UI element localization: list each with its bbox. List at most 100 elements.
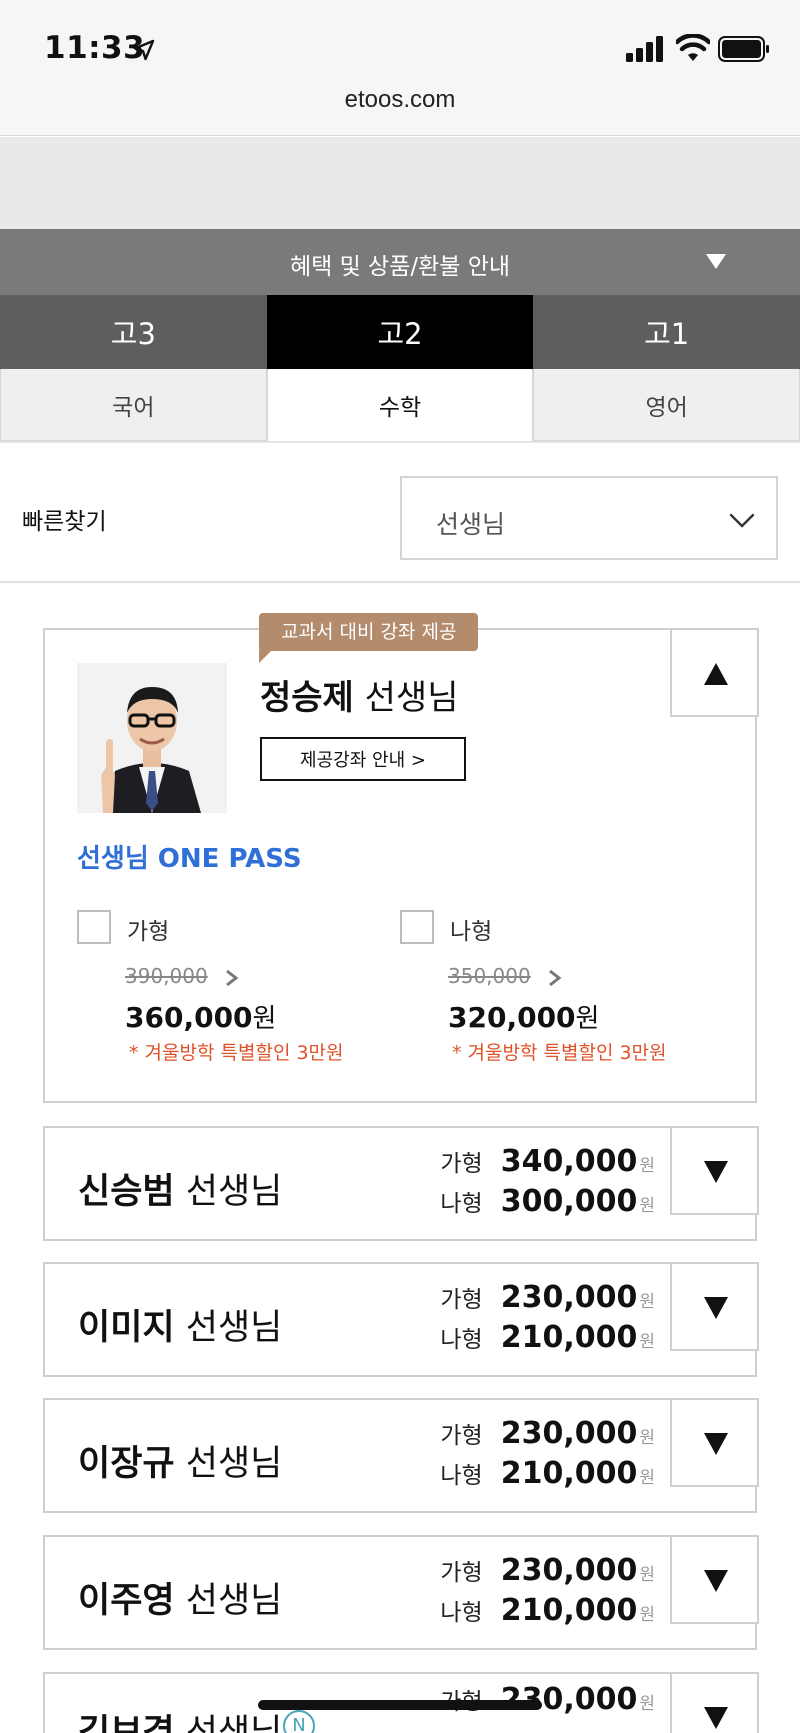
expand-button[interactable] bbox=[670, 1672, 759, 1733]
price-value: 230,000 bbox=[500, 1280, 638, 1315]
onepass-option-b: 나형 350,000 320,000원 * 겨울방학 특별할인 3만원 bbox=[400, 910, 730, 1070]
browser-status-bar: 11:33 etoos.com bbox=[0, 0, 800, 136]
badge-tail bbox=[259, 649, 273, 663]
battery-icon bbox=[718, 36, 769, 62]
teacher-card[interactable]: 신승범 선생님 가형 340,000 원 나형 300,000 원 bbox=[43, 1126, 759, 1241]
caret-down-icon bbox=[706, 254, 726, 269]
type-label: 가형 bbox=[440, 1560, 483, 1586]
teacher-suffix: 선생님 bbox=[185, 1581, 283, 1621]
teacher-suffix: 선생님 bbox=[364, 678, 459, 718]
option-b-price-value: 320,000 bbox=[448, 1001, 576, 1034]
price-type-b: 나형 300,000 원 bbox=[440, 1184, 655, 1219]
tab-math[interactable]: 수학 bbox=[266, 369, 534, 441]
tab-korean[interactable]: 국어 bbox=[0, 369, 267, 441]
teacher-card[interactable]: 이장규 선생님 가형 230,000 원 나형 210,000 원 bbox=[43, 1398, 759, 1513]
onepass-option-a: 가형 390,000 360,000원 * 겨울방학 특별할인 3만원 bbox=[77, 910, 407, 1070]
tab-grade-3[interactable]: 고3 bbox=[0, 295, 267, 369]
price-type-a: 가형 340,000 원 bbox=[440, 1144, 655, 1179]
expand-button[interactable] bbox=[670, 1126, 759, 1215]
tab-english[interactable]: 영어 bbox=[533, 369, 800, 441]
currency-unit: 원 bbox=[639, 1196, 655, 1216]
benefit-info-dropdown[interactable]: 혜택 및 상품/환불 안내 bbox=[0, 229, 800, 295]
triangle-down-icon bbox=[704, 1707, 728, 1729]
benefit-info-label: 혜택 및 상품/환불 안내 bbox=[289, 254, 511, 280]
price-type-a: 가형 230,000원 bbox=[440, 1280, 655, 1315]
collapse-button[interactable] bbox=[670, 628, 759, 717]
quick-find: 빠른찾기 선생님 bbox=[0, 443, 800, 583]
currency-unit: 원 bbox=[639, 1428, 655, 1448]
quick-find-label: 빠른찾기 bbox=[22, 509, 107, 535]
tab-grade-1[interactable]: 고1 bbox=[533, 295, 800, 369]
teacher-name: 이주영 선생님 bbox=[78, 1572, 282, 1623]
option-a-old-price: 390,000 bbox=[125, 964, 208, 988]
arrow-right-icon bbox=[549, 969, 562, 987]
type-label: 나형 bbox=[440, 1191, 483, 1217]
option-a-discount: * 겨울방학 특별할인 3만원 bbox=[129, 1042, 344, 1064]
expand-button[interactable] bbox=[670, 1398, 759, 1487]
triangle-down-icon bbox=[704, 1570, 728, 1592]
teacher-name-text: 신승범 bbox=[78, 1172, 175, 1212]
currency-unit: 원 bbox=[639, 1694, 655, 1714]
teacher-card[interactable]: 이미지 선생님 가형 230,000 원 나형 210,000 원 bbox=[43, 1262, 759, 1377]
top-banner-area bbox=[0, 137, 800, 229]
teacher-name-text: 정승제 bbox=[260, 678, 354, 718]
tab-grade-2[interactable]: 고2 bbox=[266, 295, 534, 369]
grade-tabs: 고3 고2 고1 bbox=[0, 295, 800, 369]
option-b-price: 320,000원 bbox=[448, 998, 599, 1035]
location-arrow-icon bbox=[133, 39, 155, 61]
triangle-down-icon bbox=[704, 1433, 728, 1455]
triangle-up-icon bbox=[704, 663, 728, 685]
textbook-badge: 교과서 대비 강좌 제공 bbox=[259, 613, 479, 651]
home-indicator[interactable] bbox=[258, 1700, 542, 1710]
teacher-name: 이장규 선생님 bbox=[78, 1435, 282, 1486]
price-type-b: 나형 210,000 원 bbox=[440, 1456, 655, 1491]
currency-unit: 원 bbox=[252, 1004, 277, 1034]
currency-unit: 원 bbox=[639, 1468, 655, 1488]
option-a-price-value: 360,000 bbox=[125, 1001, 253, 1034]
price-value: 230,000 bbox=[500, 1553, 638, 1588]
type-label: 나형 bbox=[440, 1327, 483, 1353]
subject-tabs: 국어 수학 영어 bbox=[0, 369, 800, 443]
option-a-price: 360,000원 bbox=[125, 998, 276, 1035]
chevron-down-icon bbox=[729, 513, 755, 528]
teacher-suffix: 선생님 bbox=[185, 1172, 283, 1212]
type-label: 가형 bbox=[440, 1423, 483, 1449]
price-value: 340,000 bbox=[500, 1144, 638, 1179]
option-b-discount: * 겨울방학 특별할인 3만원 bbox=[452, 1042, 667, 1064]
teacher-card[interactable]: 이주영 선생님 가형 230,000 원 나형 210,000 원 bbox=[43, 1535, 759, 1650]
type-label: 나형 bbox=[440, 1600, 483, 1626]
option-b-label: 나형 bbox=[450, 919, 493, 945]
teacher-select[interactable]: 선생님 bbox=[400, 476, 778, 560]
option-a-label: 가형 bbox=[127, 919, 170, 945]
arrow-right-icon bbox=[226, 969, 239, 987]
wifi-icon bbox=[676, 34, 710, 61]
teacher-suffix: 선생님 bbox=[185, 1308, 283, 1348]
teacher-name-text: 이주영 bbox=[78, 1581, 175, 1621]
teacher-name-text: 김보겸 bbox=[78, 1713, 175, 1733]
option-b-checkbox[interactable] bbox=[400, 910, 434, 944]
price-value: 210,000 bbox=[500, 1593, 638, 1628]
option-b-old-price: 350,000 bbox=[448, 964, 531, 988]
teacher-name: 김보겸 선생님 bbox=[78, 1704, 282, 1733]
price-type-b: 나형 210,000 원 bbox=[440, 1593, 655, 1628]
teacher-suffix: 선생님 bbox=[185, 1713, 283, 1733]
price-type-b: 나형 210,000 원 bbox=[440, 1320, 655, 1355]
onepass-title: 선생님 ONE PASS bbox=[77, 844, 302, 874]
expand-button[interactable] bbox=[670, 1535, 759, 1624]
teacher-card-expanded: 교과서 대비 강좌 제공 정승제 선생님 제공강좌 안내 > 선생님 ONE P… bbox=[43, 613, 759, 1103]
price-value: 210,000 bbox=[500, 1456, 638, 1491]
triangle-down-icon bbox=[704, 1297, 728, 1319]
price-type-a: 가형 230,000원 bbox=[440, 1416, 655, 1451]
url-text[interactable]: etoos.com bbox=[0, 86, 800, 114]
expand-button[interactable] bbox=[670, 1262, 759, 1351]
type-label: 가형 bbox=[440, 1287, 483, 1313]
teacher-name: 이미지 선생님 bbox=[78, 1299, 282, 1350]
course-info-button[interactable]: 제공강좌 안내 > bbox=[260, 737, 466, 781]
teacher-photo bbox=[77, 663, 227, 813]
price-type-a: 가형 230,000원 bbox=[440, 1553, 655, 1588]
teacher-name-text: 이미지 bbox=[78, 1308, 175, 1348]
price-value: 300,000 bbox=[500, 1184, 638, 1219]
price-value: 230,000 bbox=[500, 1416, 638, 1451]
option-a-checkbox[interactable] bbox=[77, 910, 111, 944]
type-label: 나형 bbox=[440, 1463, 483, 1489]
